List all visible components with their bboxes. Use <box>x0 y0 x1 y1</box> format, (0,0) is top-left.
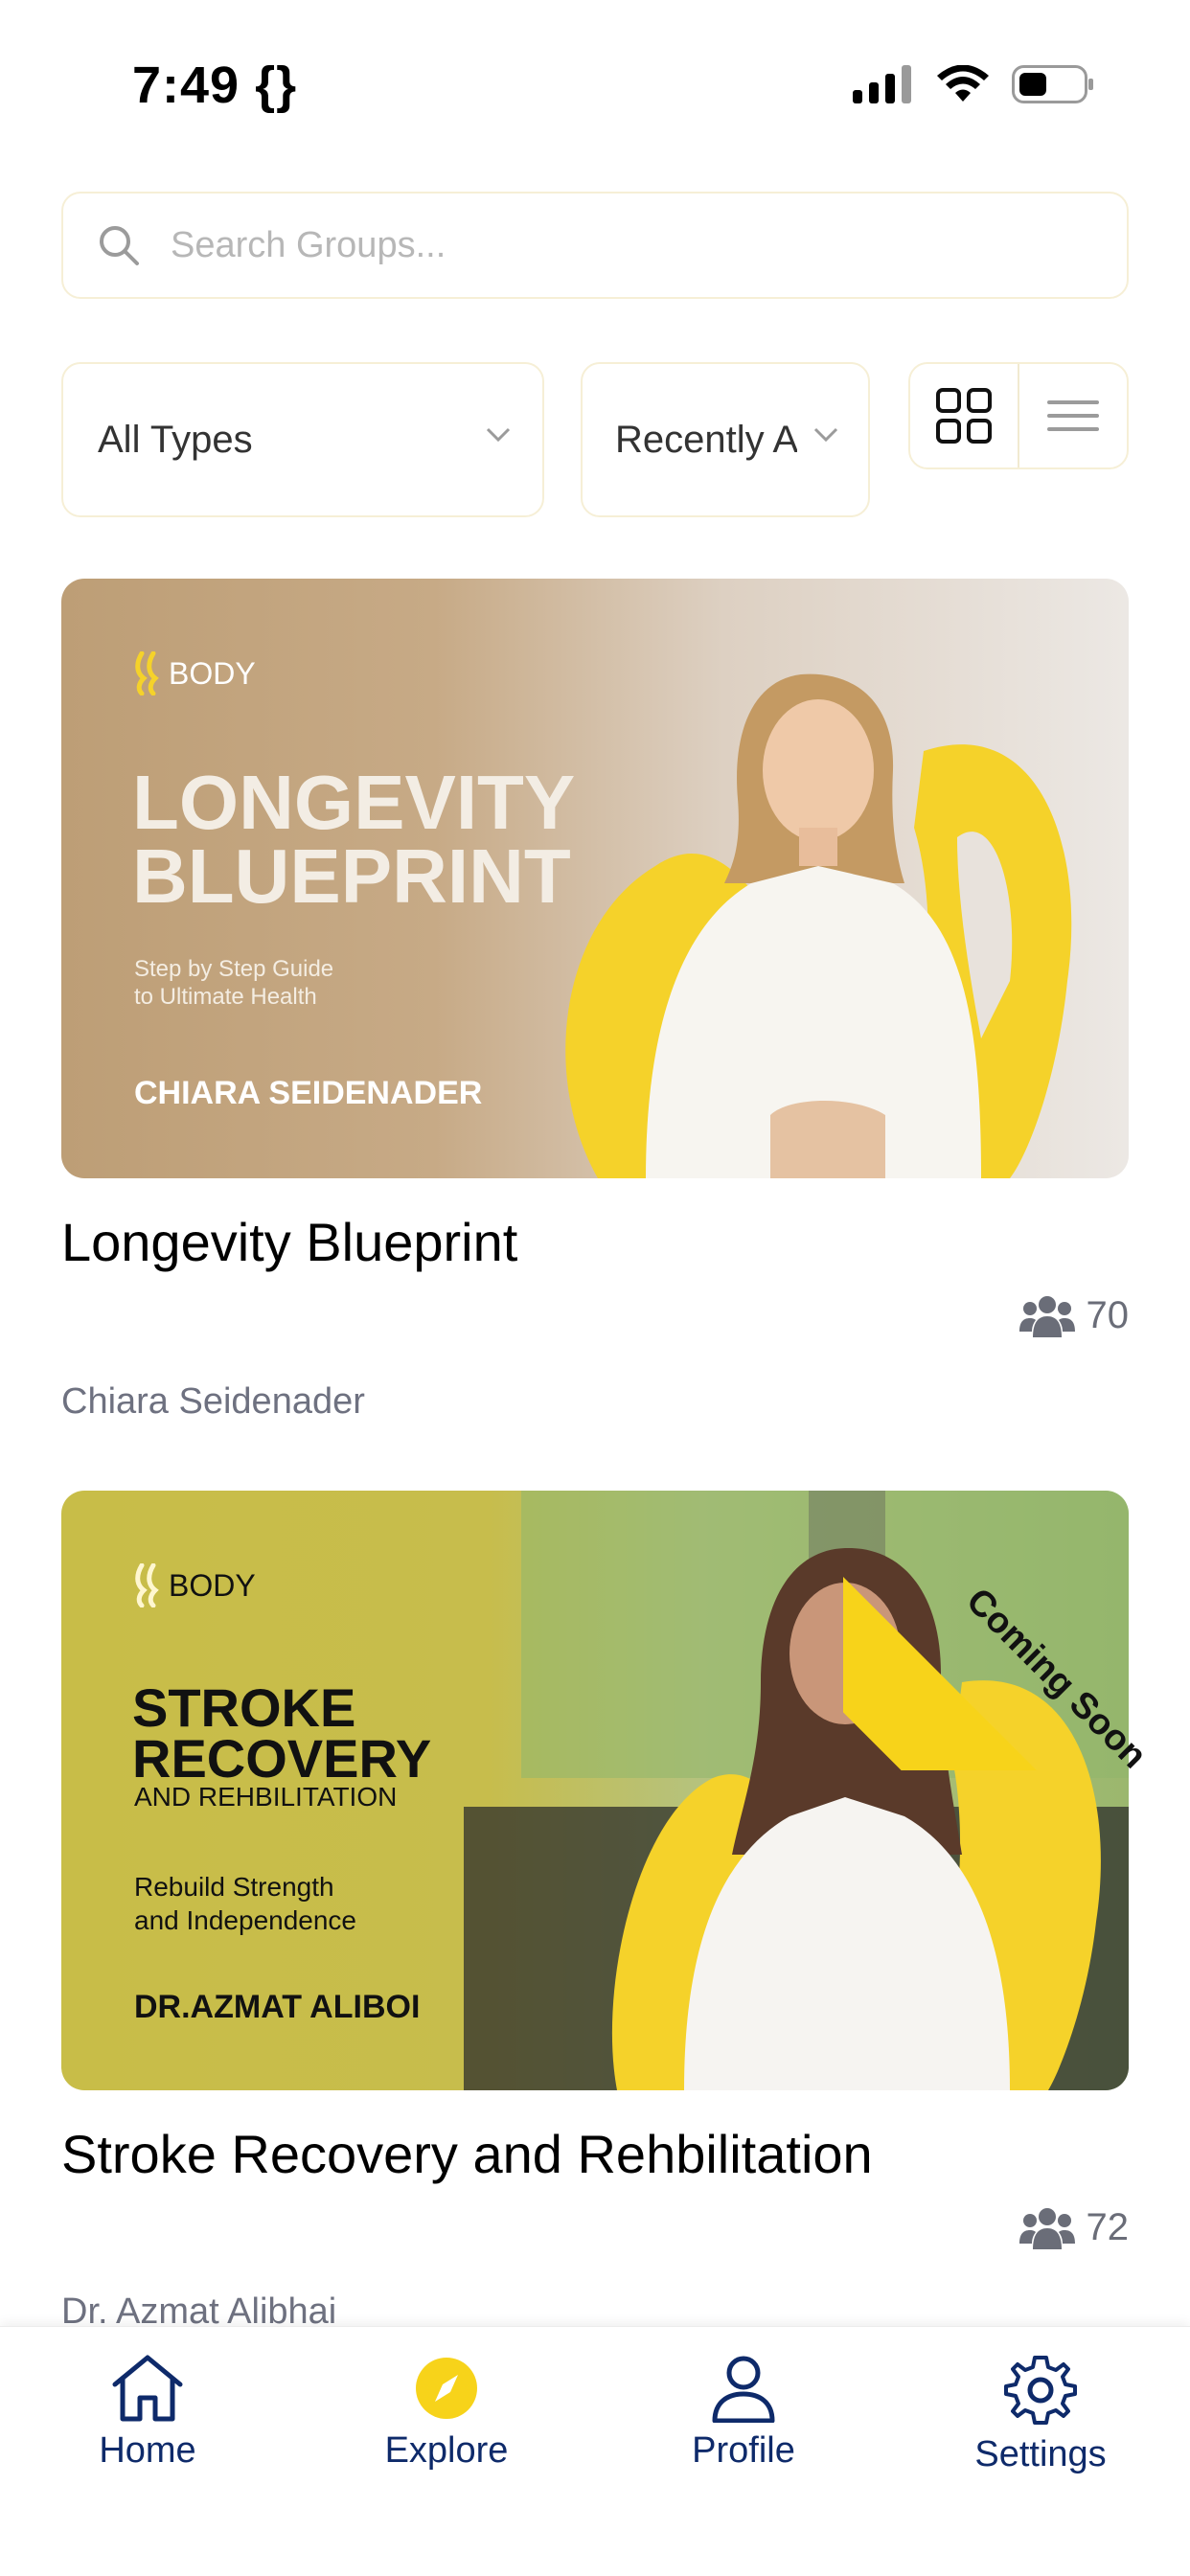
gear-icon <box>1004 2356 1077 2425</box>
chevron-down-icon <box>813 427 838 443</box>
member-count-value: 72 <box>1086 2205 1130 2248</box>
banner-title-line1: STROKE <box>132 1677 356 1738</box>
view-toggle <box>908 362 1129 469</box>
search-box[interactable] <box>61 192 1129 299</box>
banner-title: STROKE RECOVERY <box>132 1677 432 1790</box>
user-icon <box>712 2356 775 2423</box>
cellular-signal-icon <box>853 65 911 103</box>
chevron-down-icon <box>486 427 511 443</box>
member-count: 72 <box>1018 2205 1130 2249</box>
banner-subtitle-line2: to Ultimate Health <box>134 983 317 1010</box>
group-banner-longevity[interactable]: BODY LONGEVITY BLUEPRINT Step by Step Gu… <box>61 579 1129 1178</box>
tab-explore-label: Explore <box>384 2430 509 2471</box>
members-icon <box>1018 1296 1075 1337</box>
banner-tagline-line2: and Independence <box>134 1905 356 1935</box>
home-icon <box>112 2355 183 2422</box>
tab-home-label: Home <box>99 2430 196 2471</box>
group-title[interactable]: Longevity Blueprint <box>61 1211 517 1273</box>
group-title[interactable]: Stroke Recovery and Rehbilitation <box>61 2123 873 2185</box>
banner-title: LONGEVITY BLUEPRINT <box>132 760 576 919</box>
tab-profile[interactable]: Profile <box>629 2354 858 2472</box>
wifi-icon <box>937 65 989 102</box>
brand-logo: BODY <box>134 651 256 695</box>
banner-instructor-name: CHIARA SEIDENADER <box>134 1075 483 1111</box>
members-icon <box>1018 2208 1075 2249</box>
member-count: 70 <box>1018 1293 1130 1337</box>
tab-settings[interactable]: Settings <box>926 2354 1156 2475</box>
status-bar: 7:49 {} <box>0 0 1190 172</box>
brand-mark-icon <box>135 651 159 695</box>
status-time: 7:49 {} <box>132 57 298 114</box>
list-icon <box>1047 400 1099 431</box>
battery-icon <box>1012 65 1093 103</box>
status-icons <box>853 65 1094 103</box>
search-icon <box>100 226 139 265</box>
grid-icon <box>936 388 992 444</box>
banner-subtitle: Step by Step Guide to Ultimate Health <box>134 956 383 1012</box>
brand-logo: BODY <box>134 1563 256 1607</box>
search-input[interactable] <box>169 223 1035 267</box>
type-filter-value: All Types <box>98 418 253 461</box>
tab-explore[interactable]: Explore <box>332 2354 561 2472</box>
sort-filter-value: Recently A <box>615 418 797 461</box>
grid-view-button[interactable] <box>910 364 1018 467</box>
banner-title-line2: RECOVERY <box>132 1728 432 1790</box>
brand-mark-icon <box>135 1563 159 1607</box>
banner-title-line1: LONGEVITY <box>132 760 576 845</box>
type-filter-dropdown[interactable]: All Types <box>61 362 544 517</box>
group-banner-stroke-recovery[interactable]: BODY STROKE RECOVERY AND REHBILITATION R… <box>61 1491 1129 2090</box>
tab-home[interactable]: Home <box>33 2354 263 2472</box>
list-view-button[interactable] <box>1018 364 1127 467</box>
group-author: Chiara Seidenader <box>61 1381 365 1422</box>
brand-name: BODY <box>169 1567 256 1603</box>
member-count-value: 70 <box>1086 1293 1130 1336</box>
banner-tagline-line1: Rebuild Strength <box>134 1872 334 1902</box>
tab-settings-label: Settings <box>974 2434 1107 2474</box>
brand-name: BODY <box>169 655 256 691</box>
banner-title-line2: BLUEPRINT <box>132 832 571 919</box>
banner-instructor-name: DR.AZMAT ALIBOI <box>134 1989 421 2025</box>
tab-bar: Home Explore Profile Settings <box>0 2326 1190 2576</box>
tab-profile-label: Profile <box>692 2430 795 2471</box>
banner-tagline: Rebuild Strength and Independence <box>134 1870 422 1937</box>
banner-subtitle: AND REHBILITATION <box>134 1782 398 1812</box>
sort-filter-dropdown[interactable]: Recently A <box>581 362 870 517</box>
compass-icon <box>416 2358 477 2419</box>
banner-subtitle-line1: Step by Step Guide <box>134 956 334 982</box>
